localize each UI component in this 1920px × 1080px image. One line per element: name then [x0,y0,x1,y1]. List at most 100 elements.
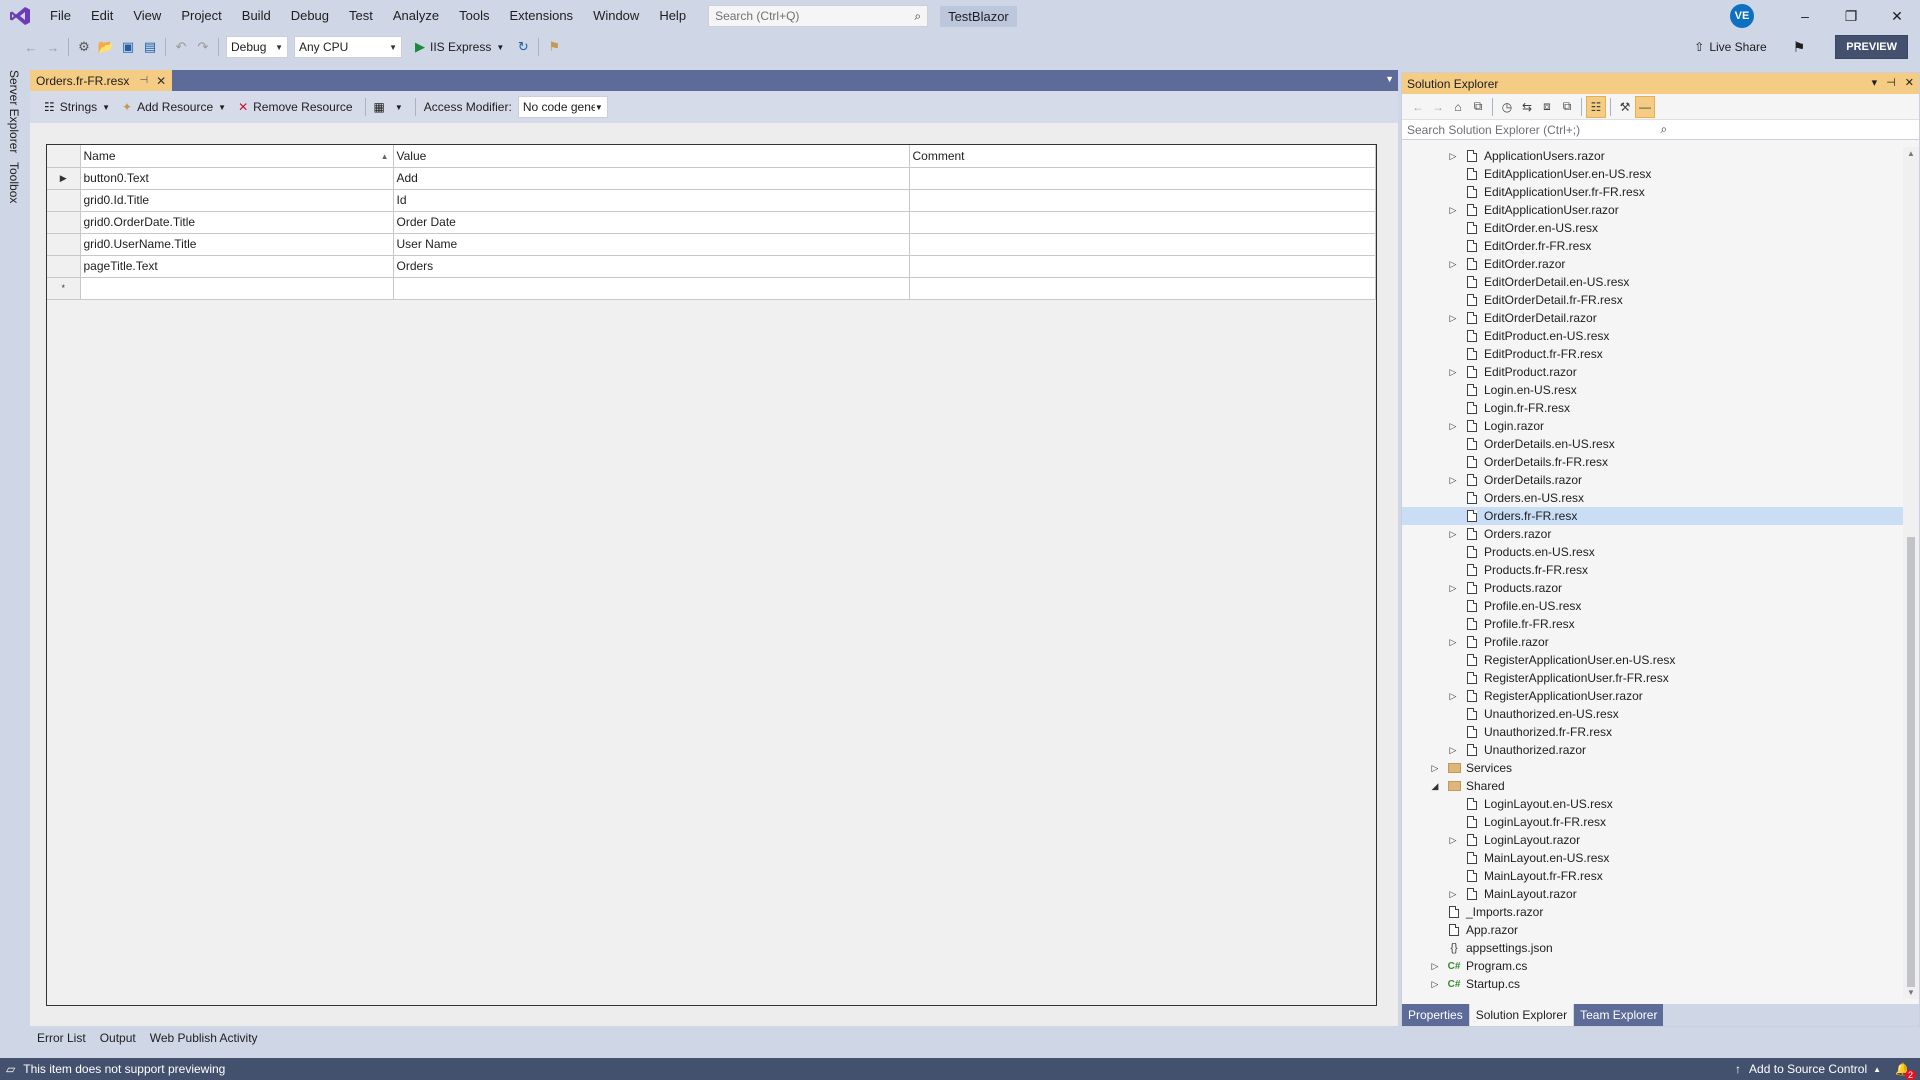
restore-icon[interactable]: ❐ [1828,0,1874,32]
expand-arrow-icon[interactable]: ▷ [1447,745,1459,756]
live-share-button[interactable]: ⇧ Live Share [1694,40,1766,54]
sync-with-active-document-icon[interactable]: ⇆ [1517,96,1537,118]
tree-item[interactable]: {} appsettings.json [1402,939,1905,957]
configuration-dropdown[interactable]: Debug ▼ [226,36,288,58]
close-window-icon[interactable]: ✕ [1874,0,1920,32]
tree-item[interactable]: LoginLayout.en-US.resx [1402,795,1905,813]
row-header[interactable] [47,255,81,278]
server-explorer-tab[interactable]: Server Explorer [7,70,21,153]
tree-scrollbar[interactable]: ▲ ▼ [1903,147,1919,999]
expand-arrow-icon[interactable]: ▷ [1447,367,1459,378]
menu-item-view[interactable]: View [123,0,171,32]
cell-name[interactable]: button0.Text [80,167,394,190]
undo-icon[interactable]: ↶ [170,36,192,58]
tree-item[interactable]: MainLayout.en-US.resx [1402,849,1905,867]
tree-item[interactable]: Products.en-US.resx [1402,543,1905,561]
cell-comment[interactable] [909,211,1376,234]
tree-item[interactable]: ▷ Profile.razor [1402,633,1905,651]
tree-item[interactable]: ▷ MainLayout.razor [1402,885,1905,903]
tree-item[interactable]: EditOrder.en-US.resx [1402,219,1905,237]
tree-item[interactable]: LoginLayout.fr-FR.resx [1402,813,1905,831]
tree-item[interactable]: ▷ C# Program.cs [1402,957,1905,975]
home-icon[interactable]: ⌂ [1448,96,1468,118]
view-dropdown[interactable]: ▦ ▼ [370,95,407,119]
close-tab-icon[interactable]: ✕ [156,74,166,88]
tree-item[interactable]: ▷ RegisterApplicationUser.razor [1402,687,1905,705]
expand-arrow-icon[interactable]: ▷ [1429,763,1441,774]
row-header[interactable] [47,211,81,234]
menu-item-debug[interactable]: Debug [281,0,339,32]
tree-item[interactable]: ▷ LoginLayout.razor [1402,831,1905,849]
pin-icon[interactable]: ⊣ [1886,76,1896,89]
back-icon[interactable]: ← [1408,96,1428,118]
find-in-files-icon[interactable]: ⚑ [543,36,565,58]
table-row[interactable]: grid0.Id.Title Id [47,189,1376,212]
tab-overflow-icon[interactable]: ▼ [1385,74,1394,84]
tree-item[interactable]: ▷ C# Startup.cs [1402,975,1905,993]
strings-dropdown[interactable]: ☷ Strings ▼ [40,95,114,119]
tree-item[interactable]: _Imports.razor [1402,903,1905,921]
tree-item[interactable]: Profile.en-US.resx [1402,597,1905,615]
new-project-icon[interactable]: ⚙ [73,36,95,58]
tree-item[interactable]: ▷ ApplicationUsers.razor [1402,147,1905,165]
window-position-icon[interactable]: ▾ [1872,76,1878,89]
expand-arrow-icon[interactable]: ▷ [1447,313,1459,324]
forward-icon[interactable]: → [42,36,64,58]
notifications-icon[interactable]: 🔔 2 [1895,1062,1916,1080]
expand-arrow-icon[interactable]: ▷ [1447,475,1459,486]
tree-item[interactable]: OrderDetails.en-US.resx [1402,435,1905,453]
close-panel-icon[interactable]: ✕ [1905,76,1914,89]
table-row[interactable]: grid0.OrderDate.Title Order Date [47,211,1376,234]
tree-item[interactable]: ▷ Services [1402,759,1905,777]
save-all-icon[interactable]: ▤ [139,36,161,58]
menu-item-tools[interactable]: Tools [449,0,499,32]
tree-item[interactable]: ▷ OrderDetails.razor [1402,471,1905,489]
tree-item[interactable]: ▷ Orders.razor [1402,525,1905,543]
switch-views-icon[interactable]: ⧉ [1468,96,1488,118]
collapse-arrow-icon[interactable]: ◢ [1429,781,1441,792]
pin-icon[interactable]: ⊣ [139,75,148,86]
tree-item[interactable]: ▷ Login.razor [1402,417,1905,435]
tree-item[interactable]: ▷ EditProduct.razor [1402,363,1905,381]
expand-arrow-icon[interactable]: ▷ [1429,979,1441,990]
cell-comment[interactable] [909,255,1376,278]
expand-arrow-icon[interactable]: ▷ [1447,259,1459,270]
run-button[interactable]: ▶ IIS Express ▼ [411,39,508,55]
tree-item[interactable]: Login.fr-FR.resx [1402,399,1905,417]
expand-arrow-icon[interactable]: ▷ [1447,691,1459,702]
table-row[interactable]: pageTitle.Text Orders [47,255,1376,278]
scroll-up-icon[interactable]: ▲ [1907,149,1915,158]
tree-item[interactable]: Products.fr-FR.resx [1402,561,1905,579]
toolbox-tab[interactable]: Toolbox [7,162,21,203]
expand-arrow-icon[interactable]: ▷ [1447,151,1459,162]
collapse-all-icon[interactable]: ⧉ [1557,96,1577,118]
column-header-name[interactable]: Name ▲ [80,145,394,168]
tree-item[interactable]: Orders.fr-FR.resx [1402,507,1905,525]
new-row[interactable]: * [47,277,1376,300]
tab-properties[interactable]: Properties [1402,1004,1469,1026]
cell-value[interactable]: Order Date [393,211,910,234]
cell-comment[interactable] [909,167,1376,190]
expand-arrow-icon[interactable]: ▷ [1447,583,1459,594]
back-icon[interactable]: ← [20,36,42,58]
cell-name[interactable]: grid0.Id.Title [80,189,394,212]
access-modifier-dropdown[interactable]: No code generation ▼ [517,96,608,118]
tree-item[interactable]: Login.en-US.resx [1402,381,1905,399]
preview-button[interactable]: PREVIEW [1835,35,1908,59]
platform-dropdown[interactable]: Any CPU ▼ [294,36,402,58]
search-input[interactable]: Search (Ctrl+Q) ⌕ [708,5,929,27]
expand-arrow-icon[interactable]: ▷ [1447,889,1459,900]
tree-item[interactable]: Profile.fr-FR.resx [1402,615,1905,633]
cell-value[interactable]: User Name [393,233,910,256]
tree-item[interactable]: EditOrderDetail.en-US.resx [1402,273,1905,291]
column-header-value[interactable]: Value [393,145,910,168]
cell-name[interactable]: grid0.UserName.Title [80,233,394,256]
menu-item-project[interactable]: Project [171,0,231,32]
cell-name[interactable]: pageTitle.Text [80,255,394,278]
solution-explorer-search-input[interactable]: Search Solution Explorer (Ctrl+;) ⌕ [1402,120,1919,140]
scrollbar-thumb[interactable] [1907,537,1915,987]
properties-wrench-icon[interactable]: ⚒ [1615,96,1635,118]
cell-value[interactable]: Id [393,189,910,212]
menu-item-window[interactable]: Window [583,0,649,32]
menu-item-test[interactable]: Test [339,0,383,32]
